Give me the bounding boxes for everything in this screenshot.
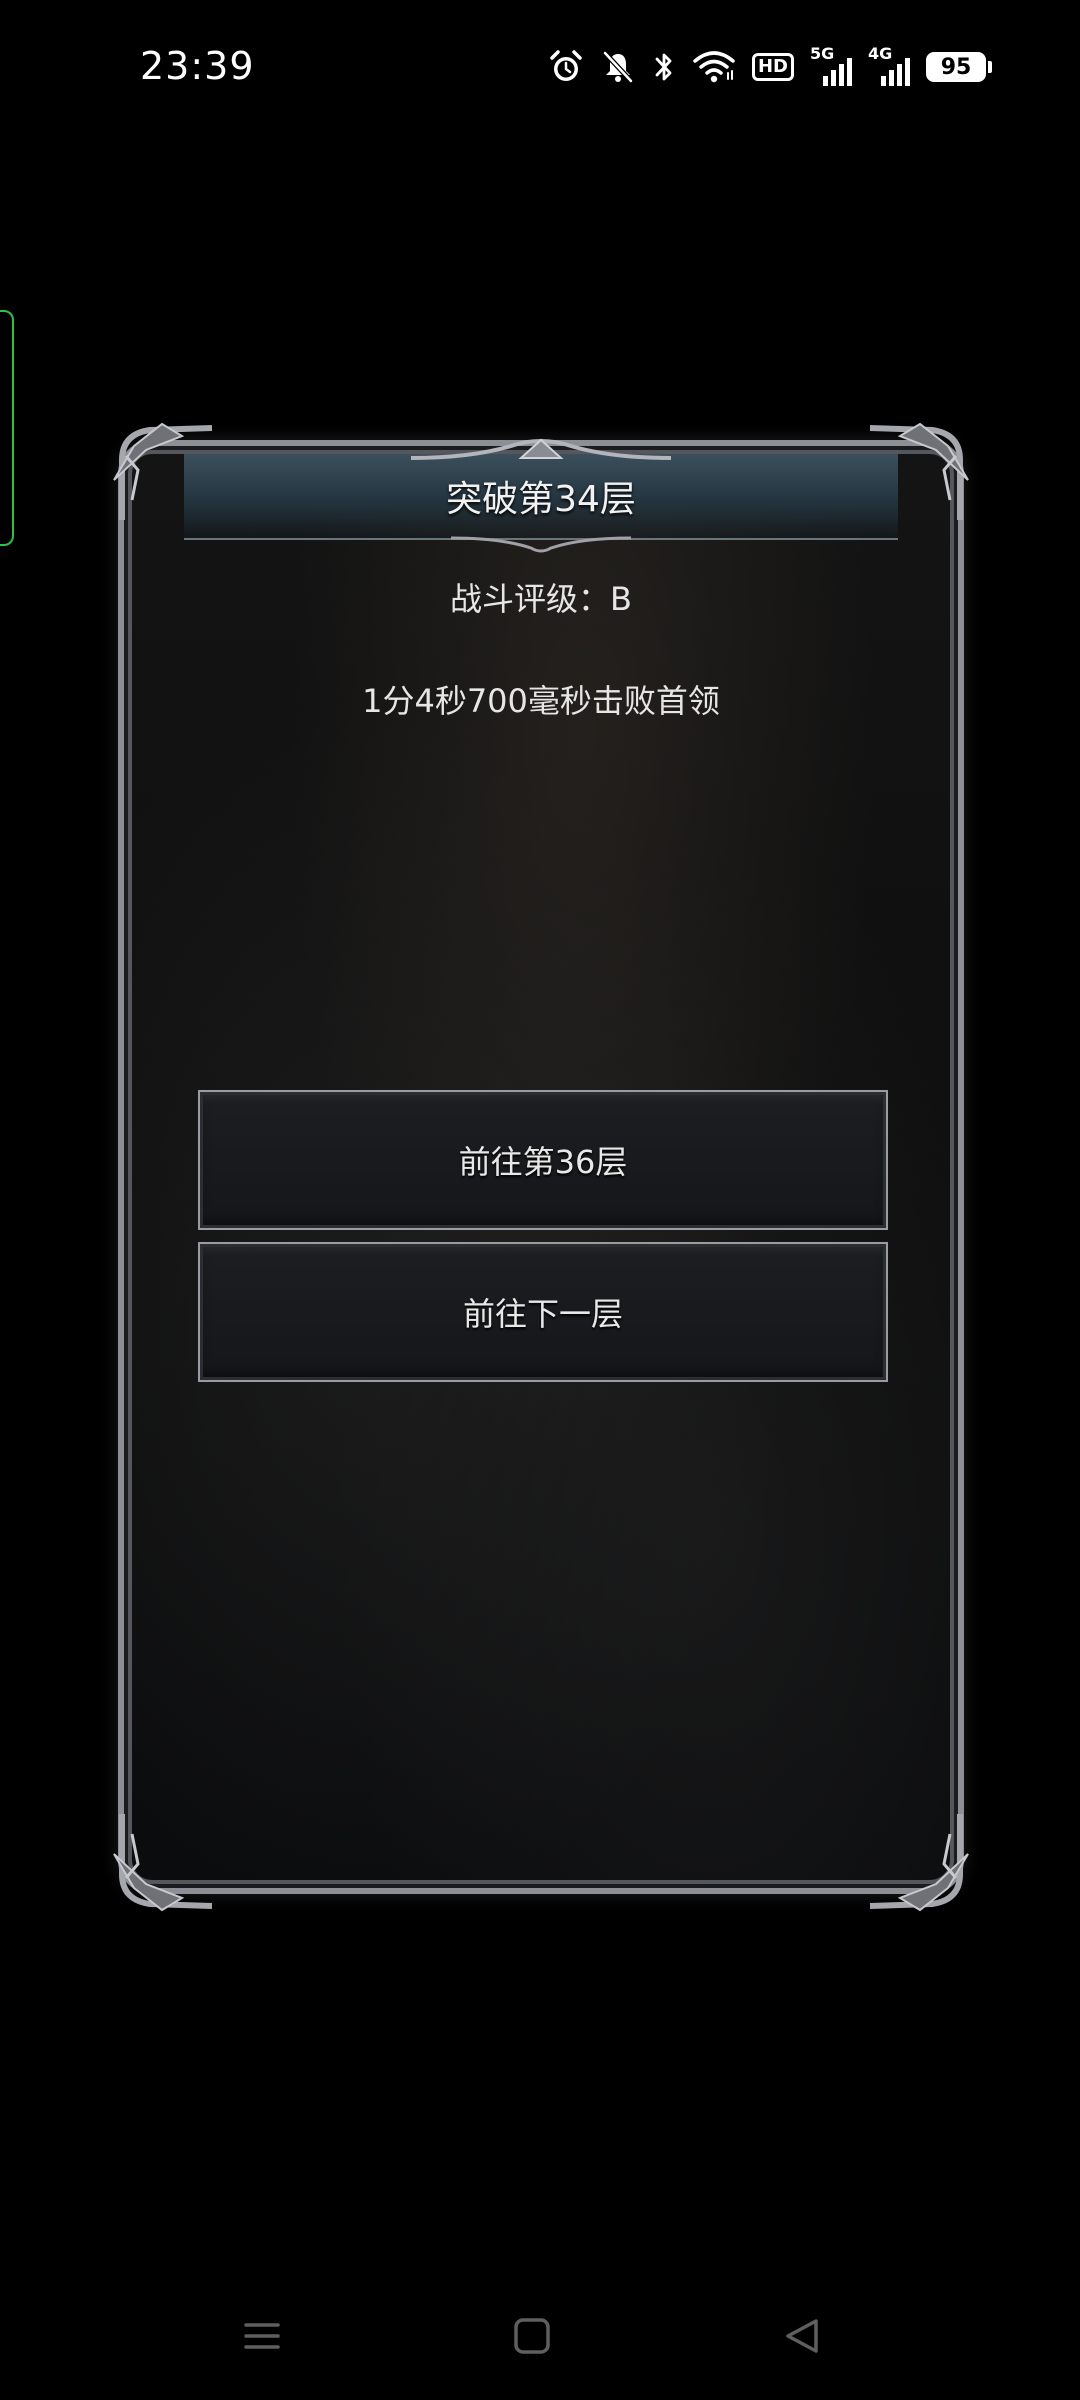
goto-next-floor-label: 前往下一层 — [462, 1295, 623, 1333]
wifi-icon — [692, 49, 736, 85]
title-ornament-icon — [451, 536, 631, 553]
corner-ornament-icon — [113, 1814, 213, 1912]
result-dialog: 突破第34层 战斗评级：B 1分4秒700毫秒击败首领 前往第36层 前往下一层 — [113, 422, 969, 1912]
battle-rating-value: B — [610, 580, 632, 618]
navigation-bar — [0, 2270, 1080, 2400]
goto-floor-36-label: 前往第36层 — [458, 1143, 628, 1181]
signal-5g-icon: 5G — [810, 44, 852, 88]
screen: 23:39 HD 5G 4G 95 突破第34层 战斗评级：B 1分4秒700毫… — [0, 0, 1080, 2400]
status-icons: HD 5G 4G 95 — [548, 44, 992, 90]
goto-floor-36-button[interactable]: 前往第36层 — [198, 1090, 888, 1230]
goto-next-floor-button[interactable]: 前往下一层 — [198, 1242, 888, 1382]
home-icon[interactable] — [492, 2296, 572, 2376]
battery-tip — [988, 61, 992, 73]
battle-rating-label: 战斗评级： — [450, 580, 611, 618]
battery-icon: 95 — [926, 52, 992, 82]
battery-level: 95 — [926, 52, 986, 82]
hd-icon: HD — [752, 53, 794, 81]
dialog-title-bar: 突破第34层 — [184, 438, 898, 553]
mute-icon — [600, 49, 636, 85]
bluetooth-icon — [652, 49, 676, 85]
battle-result-text: 1分4秒700毫秒击败首领 — [362, 682, 720, 720]
back-icon[interactable] — [762, 2296, 842, 2376]
corner-ornament-icon — [869, 1814, 969, 1912]
menu-icon[interactable] — [222, 2296, 302, 2376]
status-bar: 23:39 HD 5G 4G 95 — [0, 0, 1080, 140]
floating-side-handle[interactable] — [0, 310, 14, 546]
battle-rating: 战斗评级：B — [124, 574, 958, 620]
title-ornament-icon — [411, 438, 671, 460]
alarm-icon — [548, 49, 584, 85]
dialog-title: 突破第34层 — [446, 479, 636, 520]
signal-4g-icon: 4G — [868, 44, 910, 88]
status-time: 23:39 — [140, 44, 255, 88]
